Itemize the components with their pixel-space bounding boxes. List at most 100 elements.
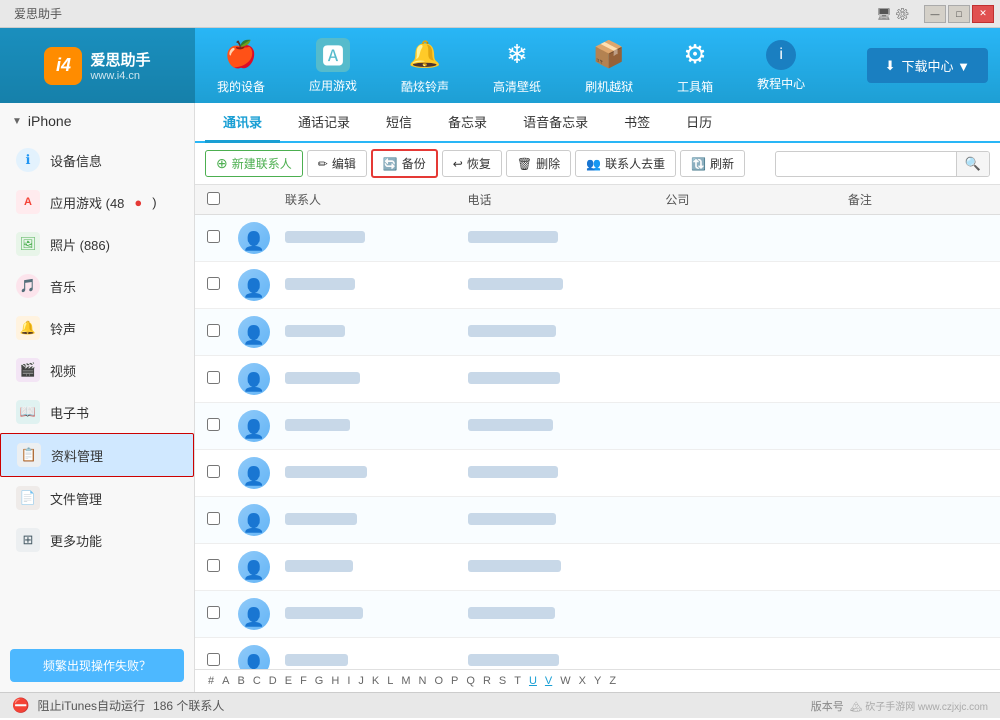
sidebar-item-data-mgmt[interactable]: 📋 资料管理	[0, 433, 194, 477]
new-contact-button[interactable]: ⊕ 新建联系人	[205, 150, 303, 177]
tab-notes[interactable]: 备忘录	[430, 103, 505, 143]
alpha-x[interactable]: X	[576, 674, 589, 688]
alpha-k[interactable]: K	[369, 674, 382, 688]
alpha-v[interactable]: V	[542, 674, 555, 688]
nav-ringtone[interactable]: 🔔 酷炫铃声	[379, 28, 471, 103]
alpha-j[interactable]: J	[355, 674, 367, 688]
row-checkbox[interactable]	[207, 371, 220, 384]
row-checkbox[interactable]	[207, 230, 220, 243]
troubleshoot-button[interactable]: 频繁出现操作失败？	[10, 649, 184, 682]
select-all-checkbox[interactable]	[207, 192, 220, 205]
nav-wallpaper[interactable]: ❄ 高清壁纸	[471, 28, 563, 103]
row-checkbox[interactable]	[207, 559, 220, 572]
alpha-i[interactable]: I	[344, 674, 353, 688]
edit-button[interactable]: ✏ 编辑	[307, 150, 367, 177]
alpha-s[interactable]: S	[496, 674, 509, 688]
backup-button[interactable]: 🔄 备份	[371, 149, 438, 178]
sidebar-item-device-info[interactable]: ℹ 设备信息	[0, 139, 194, 181]
sidebar-item-video[interactable]: 🎬 视频	[0, 349, 194, 391]
search-icon[interactable]: 🔍	[956, 152, 989, 176]
sidebar-item-apps[interactable]: A 应用游戏 (48●)	[0, 181, 194, 223]
close-button[interactable]: ✕	[972, 5, 994, 23]
alpha-m[interactable]: M	[398, 674, 413, 688]
alpha-r[interactable]: R	[480, 674, 494, 688]
delete-button[interactable]: 🗑 删除	[506, 150, 571, 177]
music-label: 音乐	[50, 277, 76, 296]
alpha-f[interactable]: F	[297, 674, 310, 688]
data-mgmt-label: 资料管理	[51, 446, 103, 465]
alpha-d[interactable]: D	[266, 674, 280, 688]
alpha-n[interactable]: N	[416, 674, 430, 688]
nav-app-game[interactable]: 🅰 应用游戏	[287, 28, 379, 103]
jailbreak-label: 刷机越狱	[585, 78, 633, 95]
table-row[interactable]: 👤	[195, 638, 1000, 669]
tab-sms[interactable]: 短信	[368, 103, 430, 143]
nav-jailbreak[interactable]: 📦 刷机越狱	[563, 28, 655, 103]
tab-contacts[interactable]: 通讯录	[205, 103, 280, 143]
nav-toolbox[interactable]: ⚙ 工具箱	[655, 28, 735, 103]
contact-count: 186 个联系人	[153, 697, 224, 714]
alpha-g[interactable]: G	[312, 674, 327, 688]
alpha-p[interactable]: P	[448, 674, 461, 688]
row-checkbox[interactable]	[207, 277, 220, 290]
search-box[interactable]: 🔍	[775, 151, 990, 177]
row-checkbox[interactable]	[207, 512, 220, 525]
table-row[interactable]: 👤	[195, 544, 1000, 591]
table-row[interactable]: 👤	[195, 356, 1000, 403]
alpha-l[interactable]: L	[384, 674, 396, 688]
table-row[interactable]: 👤	[195, 309, 1000, 356]
alpha-u[interactable]: U	[526, 674, 540, 688]
sidebar-item-more[interactable]: ⊞ 更多功能	[0, 519, 194, 561]
table-row[interactable]: 👤	[195, 591, 1000, 638]
download-btn[interactable]: ⬇ 下载中心 ▼	[867, 48, 988, 83]
tab-voice-notes[interactable]: 语音备忘录	[505, 103, 606, 143]
alpha-t[interactable]: T	[511, 674, 524, 688]
alpha-y[interactable]: Y	[591, 674, 604, 688]
nav-tutorial[interactable]: i 教程中心	[735, 28, 827, 103]
table-row[interactable]: 👤	[195, 262, 1000, 309]
sidebar-item-photos[interactable]: 🖼 照片 (886)	[0, 223, 194, 265]
avatar-icon: 👤	[243, 326, 265, 344]
watermark: 🏔 砍子手游网 www.czjxjc.com	[850, 698, 988, 713]
sidebar-item-ebook[interactable]: 📖 电子书	[0, 391, 194, 433]
toolbar: ⊕ 新建联系人 ✏ 编辑 🔄 备份 ↩ 恢复	[195, 143, 1000, 185]
alpha-o[interactable]: O	[431, 674, 446, 688]
alpha-z[interactable]: Z	[606, 674, 619, 688]
tab-bookmarks[interactable]: 书签	[606, 103, 668, 143]
alpha-c[interactable]: C	[250, 674, 264, 688]
alpha-a[interactable]: A	[219, 674, 232, 688]
sidebar-item-ringtone[interactable]: 🔔 铃声	[0, 307, 194, 349]
tab-call-log[interactable]: 通话记录	[280, 103, 368, 143]
photos-icon: 🖼	[16, 232, 40, 256]
maximize-button[interactable]: □	[948, 5, 970, 23]
row-checkbox[interactable]	[207, 324, 220, 337]
tab-calendar[interactable]: 日历	[668, 103, 730, 143]
row-checkbox[interactable]	[207, 418, 220, 431]
refresh-button[interactable]: 🔃 刷新	[680, 150, 745, 177]
alpha-b[interactable]: B	[234, 674, 247, 688]
minimize-button[interactable]: —	[924, 5, 946, 23]
sidebar: iPhone ℹ 设备信息 A 应用游戏 (48●) 🖼 照片 (886) 🎵 …	[0, 103, 195, 692]
sidebar-item-music[interactable]: 🎵 音乐	[0, 265, 194, 307]
alpha-e[interactable]: E	[282, 674, 295, 688]
stop-itunes-text: 阻止iTunes自动运行	[37, 697, 145, 714]
alpha-q[interactable]: Q	[463, 674, 478, 688]
table-row[interactable]: 👤	[195, 497, 1000, 544]
contacts-table: 联系人 电话 公司 备注 👤	[195, 185, 1000, 669]
table-row[interactable]: 👤	[195, 215, 1000, 262]
alpha-w[interactable]: W	[557, 674, 573, 688]
alpha-hash[interactable]: #	[205, 674, 217, 688]
row-checkbox[interactable]	[207, 606, 220, 619]
alpha-h[interactable]: H	[328, 674, 342, 688]
sidebar-device-name[interactable]: iPhone	[0, 103, 194, 139]
nav-my-device[interactable]: 🍎 我的设备	[195, 28, 287, 103]
sidebar-item-file-mgmt[interactable]: 📄 文件管理	[0, 477, 194, 519]
row-checkbox[interactable]	[207, 653, 220, 666]
row-checkbox[interactable]	[207, 465, 220, 478]
table-row[interactable]: 👤	[195, 450, 1000, 497]
restore-button[interactable]: ↩ 恢复	[442, 150, 502, 177]
table-row[interactable]: 👤	[195, 403, 1000, 450]
version-label: 版本号	[811, 698, 844, 714]
search-input[interactable]	[776, 153, 956, 175]
merge-button[interactable]: 👥 联系人去重	[575, 150, 676, 177]
